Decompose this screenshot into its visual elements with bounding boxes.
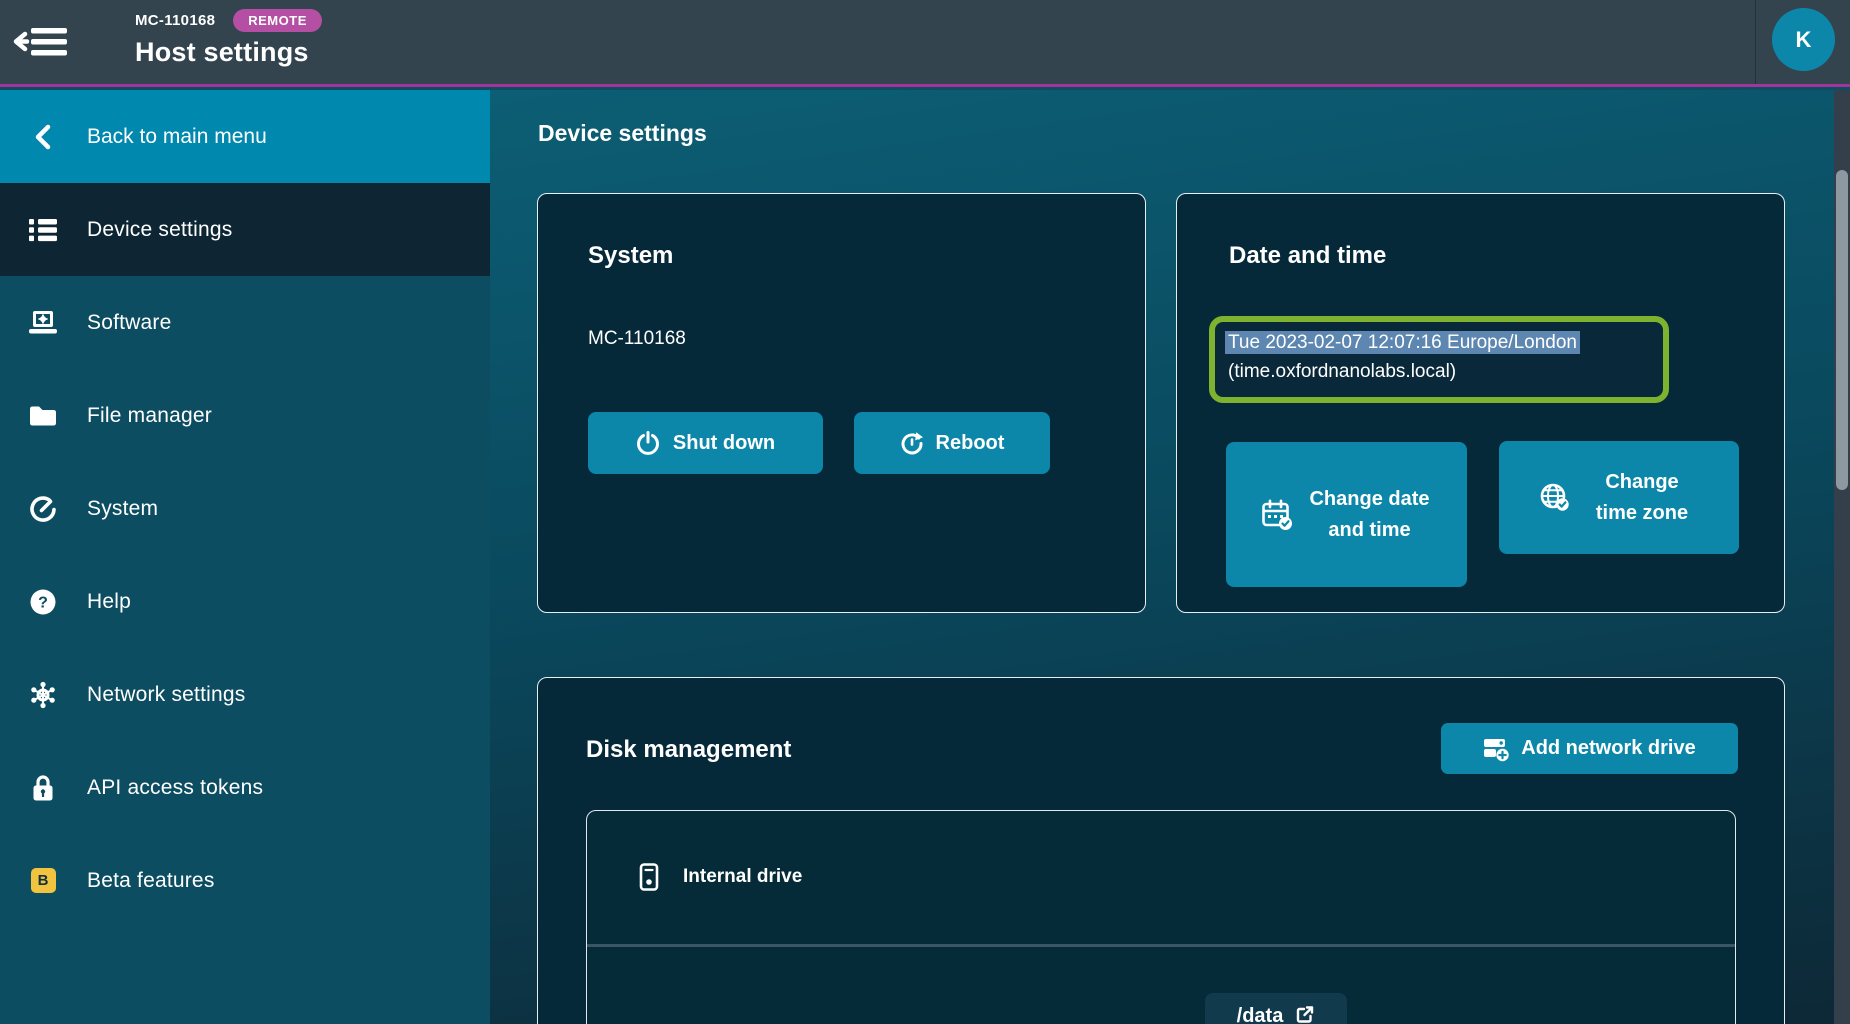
header-titles: MC-110168 REMOTE Host settings: [135, 9, 322, 68]
software-icon: [26, 310, 60, 336]
ntp-server: (time.oxfordnanolabs.local): [1225, 358, 1653, 386]
sidebar-item-label: System: [87, 497, 158, 521]
host-settings-app: MC-110168 REMOTE Host settings K Back to…: [0, 0, 1850, 1024]
avatar-initial: K: [1796, 27, 1812, 53]
sidebar-item-beta-features[interactable]: B Beta features: [0, 834, 490, 927]
disk-card-title: Disk management: [586, 736, 791, 764]
power-icon: [636, 431, 660, 455]
calendar-check-icon: [1261, 499, 1293, 531]
sidebar-item-help[interactable]: ? Help: [0, 555, 490, 648]
change-date-time-button[interactable]: Change date and time: [1226, 442, 1467, 587]
change-time-zone-button[interactable]: Change time zone: [1499, 441, 1739, 554]
beta-icon: B: [26, 868, 60, 893]
scrollbar-thumb[interactable]: [1836, 170, 1848, 490]
sidebar-item-network-settings[interactable]: Network settings: [0, 648, 490, 741]
sidebar-item-label: Network settings: [87, 683, 245, 707]
shut-down-button[interactable]: Shut down: [588, 412, 823, 474]
sidebar-item-system[interactable]: System: [0, 462, 490, 555]
user-avatar[interactable]: K: [1772, 8, 1835, 71]
datetime-highlight-box[interactable]: Tue 2023-02-07 12:07:16 Europe/London (t…: [1209, 316, 1669, 403]
gauge-icon: [26, 495, 60, 523]
current-datetime: Tue 2023-02-07 12:07:16 Europe/London: [1225, 329, 1653, 357]
section-heading: Device settings: [538, 120, 707, 147]
sidebar-item-label: Help: [87, 590, 131, 614]
sidebar-item-label: Device settings: [87, 218, 232, 242]
system-card-title: System: [588, 242, 673, 270]
collapse-menu-icon[interactable]: [13, 26, 69, 58]
page-title: Host settings: [135, 37, 322, 68]
system-device-name: MC-110168: [588, 328, 686, 350]
external-link-icon: [1295, 1005, 1315, 1024]
datetime-card: Date and time Tue 2023-02-07 12:07:16 Eu…: [1176, 193, 1785, 613]
internal-drive-panel: Internal drive /data: [586, 810, 1736, 1024]
chevron-left-icon: [28, 123, 58, 151]
back-label: Back to main menu: [87, 125, 267, 149]
device-id: MC-110168: [135, 12, 215, 29]
data-path-label: /data: [1237, 1005, 1284, 1024]
sidebar-item-label: File manager: [87, 404, 212, 428]
folder-icon: [26, 405, 60, 427]
internal-drive-header: Internal drive: [637, 863, 802, 891]
sidebar: Back to main menu Device settings: [0, 90, 490, 1024]
scrollbar-track[interactable]: [1834, 90, 1850, 1024]
system-card: System MC-110168 Shut down: [537, 193, 1146, 613]
internal-drive-icon: [637, 863, 661, 891]
disk-management-card: Disk management Add network drive: [537, 677, 1785, 1024]
main-content: Device settings System MC-110168 Shut do…: [490, 90, 1850, 1024]
add-drive-icon: [1483, 736, 1509, 762]
device-settings-icon: [26, 217, 60, 243]
svg-text:?: ?: [38, 594, 48, 611]
sidebar-item-label: Software: [87, 311, 171, 335]
network-gear-icon: [26, 681, 60, 709]
add-network-drive-button[interactable]: Add network drive: [1441, 723, 1738, 774]
reboot-button[interactable]: Reboot: [854, 412, 1050, 474]
internal-drive-label: Internal drive: [683, 866, 802, 888]
header-divider: [1755, 0, 1756, 84]
sidebar-item-file-manager[interactable]: File manager: [0, 369, 490, 462]
sidebar-item-label: Beta features: [87, 869, 215, 893]
globe-icon: [1539, 482, 1571, 514]
reboot-icon: [900, 431, 924, 455]
divider: [587, 944, 1735, 947]
lock-icon: [26, 774, 60, 802]
sidebar-item-software[interactable]: Software: [0, 276, 490, 369]
back-to-main-menu-button[interactable]: Back to main menu: [0, 90, 490, 183]
header: MC-110168 REMOTE Host settings K: [0, 0, 1850, 87]
help-icon: ?: [26, 588, 60, 616]
sidebar-item-device-settings[interactable]: Device settings: [0, 183, 490, 276]
sidebar-item-api-access-tokens[interactable]: API access tokens: [0, 741, 490, 834]
remote-badge: REMOTE: [233, 9, 322, 32]
selected-datetime-text: Tue 2023-02-07 12:07:16 Europe/London: [1225, 331, 1580, 354]
datetime-card-title: Date and time: [1229, 242, 1386, 270]
data-path-link[interactable]: /data: [1205, 993, 1347, 1024]
sidebar-item-label: API access tokens: [87, 776, 263, 800]
